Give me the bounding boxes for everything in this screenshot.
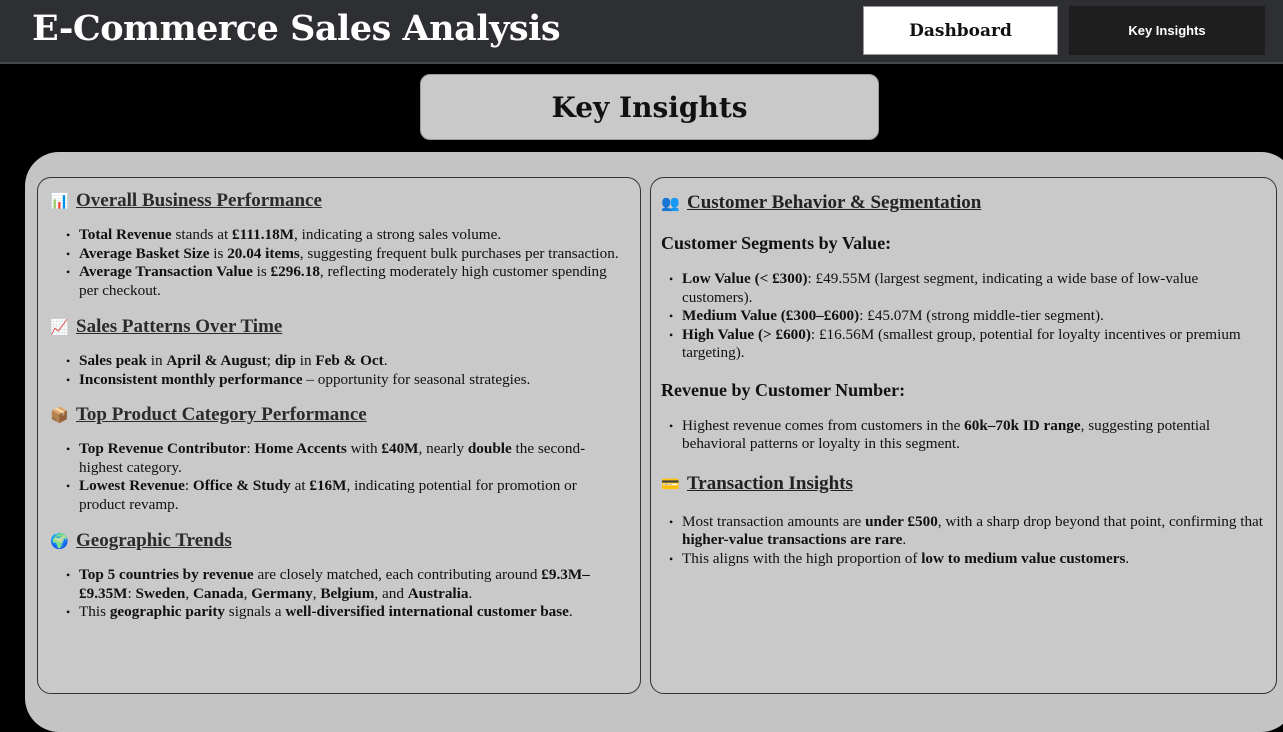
bullet-list: Highest revenue comes from customers in … (661, 417, 1264, 454)
list-item: This geographic parity signals a well-di… (66, 603, 626, 622)
list-item: Inconsistent monthly performance – oppor… (66, 371, 626, 390)
credit-card-icon: 💳 (661, 474, 680, 493)
subsection-title: Customer Segments by Value: (661, 233, 892, 253)
list-item: Average Basket Size is 20.04 items, sugg… (66, 245, 626, 264)
list-item: Average Transaction Value is £296.18, re… (66, 263, 626, 300)
section-3: 📦 Top Product Category Performance Top Rev… (50, 404, 626, 514)
customer-behavior-heading: 👥 Customer Behavior & Segmentation (661, 192, 1264, 214)
left-insights-card: 📊 Overall Business Performance Total Reven… (37, 177, 641, 694)
trending-up-icon: 📈 (50, 318, 69, 336)
section-2: 📈 Sales Patterns Over Time Sales peak in A… (50, 316, 626, 389)
globe-icon: 🌍 (50, 532, 69, 550)
bullet-list: Low Value (< £300): £49.55M (largest seg… (661, 270, 1264, 363)
top-bar: E-Commerce Sales Analysis Dashboard Key … (0, 0, 1283, 64)
right-insights-card: 👥 Customer Behavior & Segmentation Custome… (650, 177, 1277, 694)
section-1: 📊 Overall Business Performance Total Reven… (50, 190, 626, 300)
package-icon: 📦 (50, 406, 69, 424)
bullet-list: Sales peak in April & August; dip in Feb… (50, 352, 626, 389)
list-item: Top Revenue Contributor: Home Accents wi… (66, 440, 626, 477)
left-section-3-title: Top Product Category Performance (76, 404, 367, 425)
list-item: Low Value (< £300): £49.55M (largest seg… (669, 270, 1264, 307)
transaction-insights-title: Transaction Insights (687, 472, 853, 494)
list-item: Total Revenue stands at £111.18M, indica… (66, 226, 626, 245)
list-item: High Value (> £600): £16.56M (smallest g… (669, 326, 1264, 363)
bullet-list: Most transaction amounts are under £500,… (661, 513, 1264, 569)
list-item: Medium Value (£300–£600): £45.07M (stron… (669, 307, 1264, 326)
subsection-title: Revenue by Customer Number: (661, 379, 906, 400)
left-section-1-heading: 📊 Overall Business Performance (50, 190, 626, 212)
bar-chart-icon: 📊 (50, 192, 69, 210)
list-item: This aligns with the high proportion of … (669, 550, 1264, 569)
left-section-2-heading: 📈 Sales Patterns Over Time (50, 316, 626, 338)
page-title: Key Insights (551, 90, 748, 124)
bullet-list: Top 5 countries by revenue are closely m… (50, 566, 626, 622)
dashboard-nav-button[interactable]: Dashboard (863, 6, 1058, 55)
list-item: Highest revenue comes from customers in … (669, 417, 1264, 454)
list-item: Sales peak in April & August; dip in Feb… (66, 352, 626, 371)
bullet-list: Total Revenue stands at £111.18M, indica… (50, 226, 626, 300)
users-icon: 👥 (661, 194, 680, 212)
app-title: E-Commerce Sales Analysis (32, 8, 561, 49)
left-section-4-title: Geographic Trends (76, 530, 232, 551)
left-section-2-title: Sales Patterns Over Time (76, 316, 283, 337)
list-item: Lowest Revenue: Office & Study at £16M, … (66, 477, 626, 514)
transaction-insights-heading: 💳 Transaction Insights (661, 473, 1264, 495)
left-section-1-title: Overall Business Performance (76, 190, 322, 211)
key-insights-nav-button[interactable]: Key Insights (1069, 6, 1265, 55)
left-section-3-heading: 📦 Top Product Category Performance (50, 404, 626, 426)
page-title-box: Key Insights (420, 74, 879, 140)
list-item: Top 5 countries by revenue are closely m… (66, 566, 626, 603)
list-item: Most transaction amounts are under £500,… (669, 513, 1264, 550)
customer-behavior-title: Customer Behavior & Segmentation (687, 192, 982, 213)
section-4: 🌍 Geographic Trends Top 5 countries by rev… (50, 530, 626, 622)
bullet-list: Top Revenue Contributor: Home Accents wi… (50, 440, 626, 514)
left-section-4-heading: 🌍 Geographic Trends (50, 530, 626, 552)
